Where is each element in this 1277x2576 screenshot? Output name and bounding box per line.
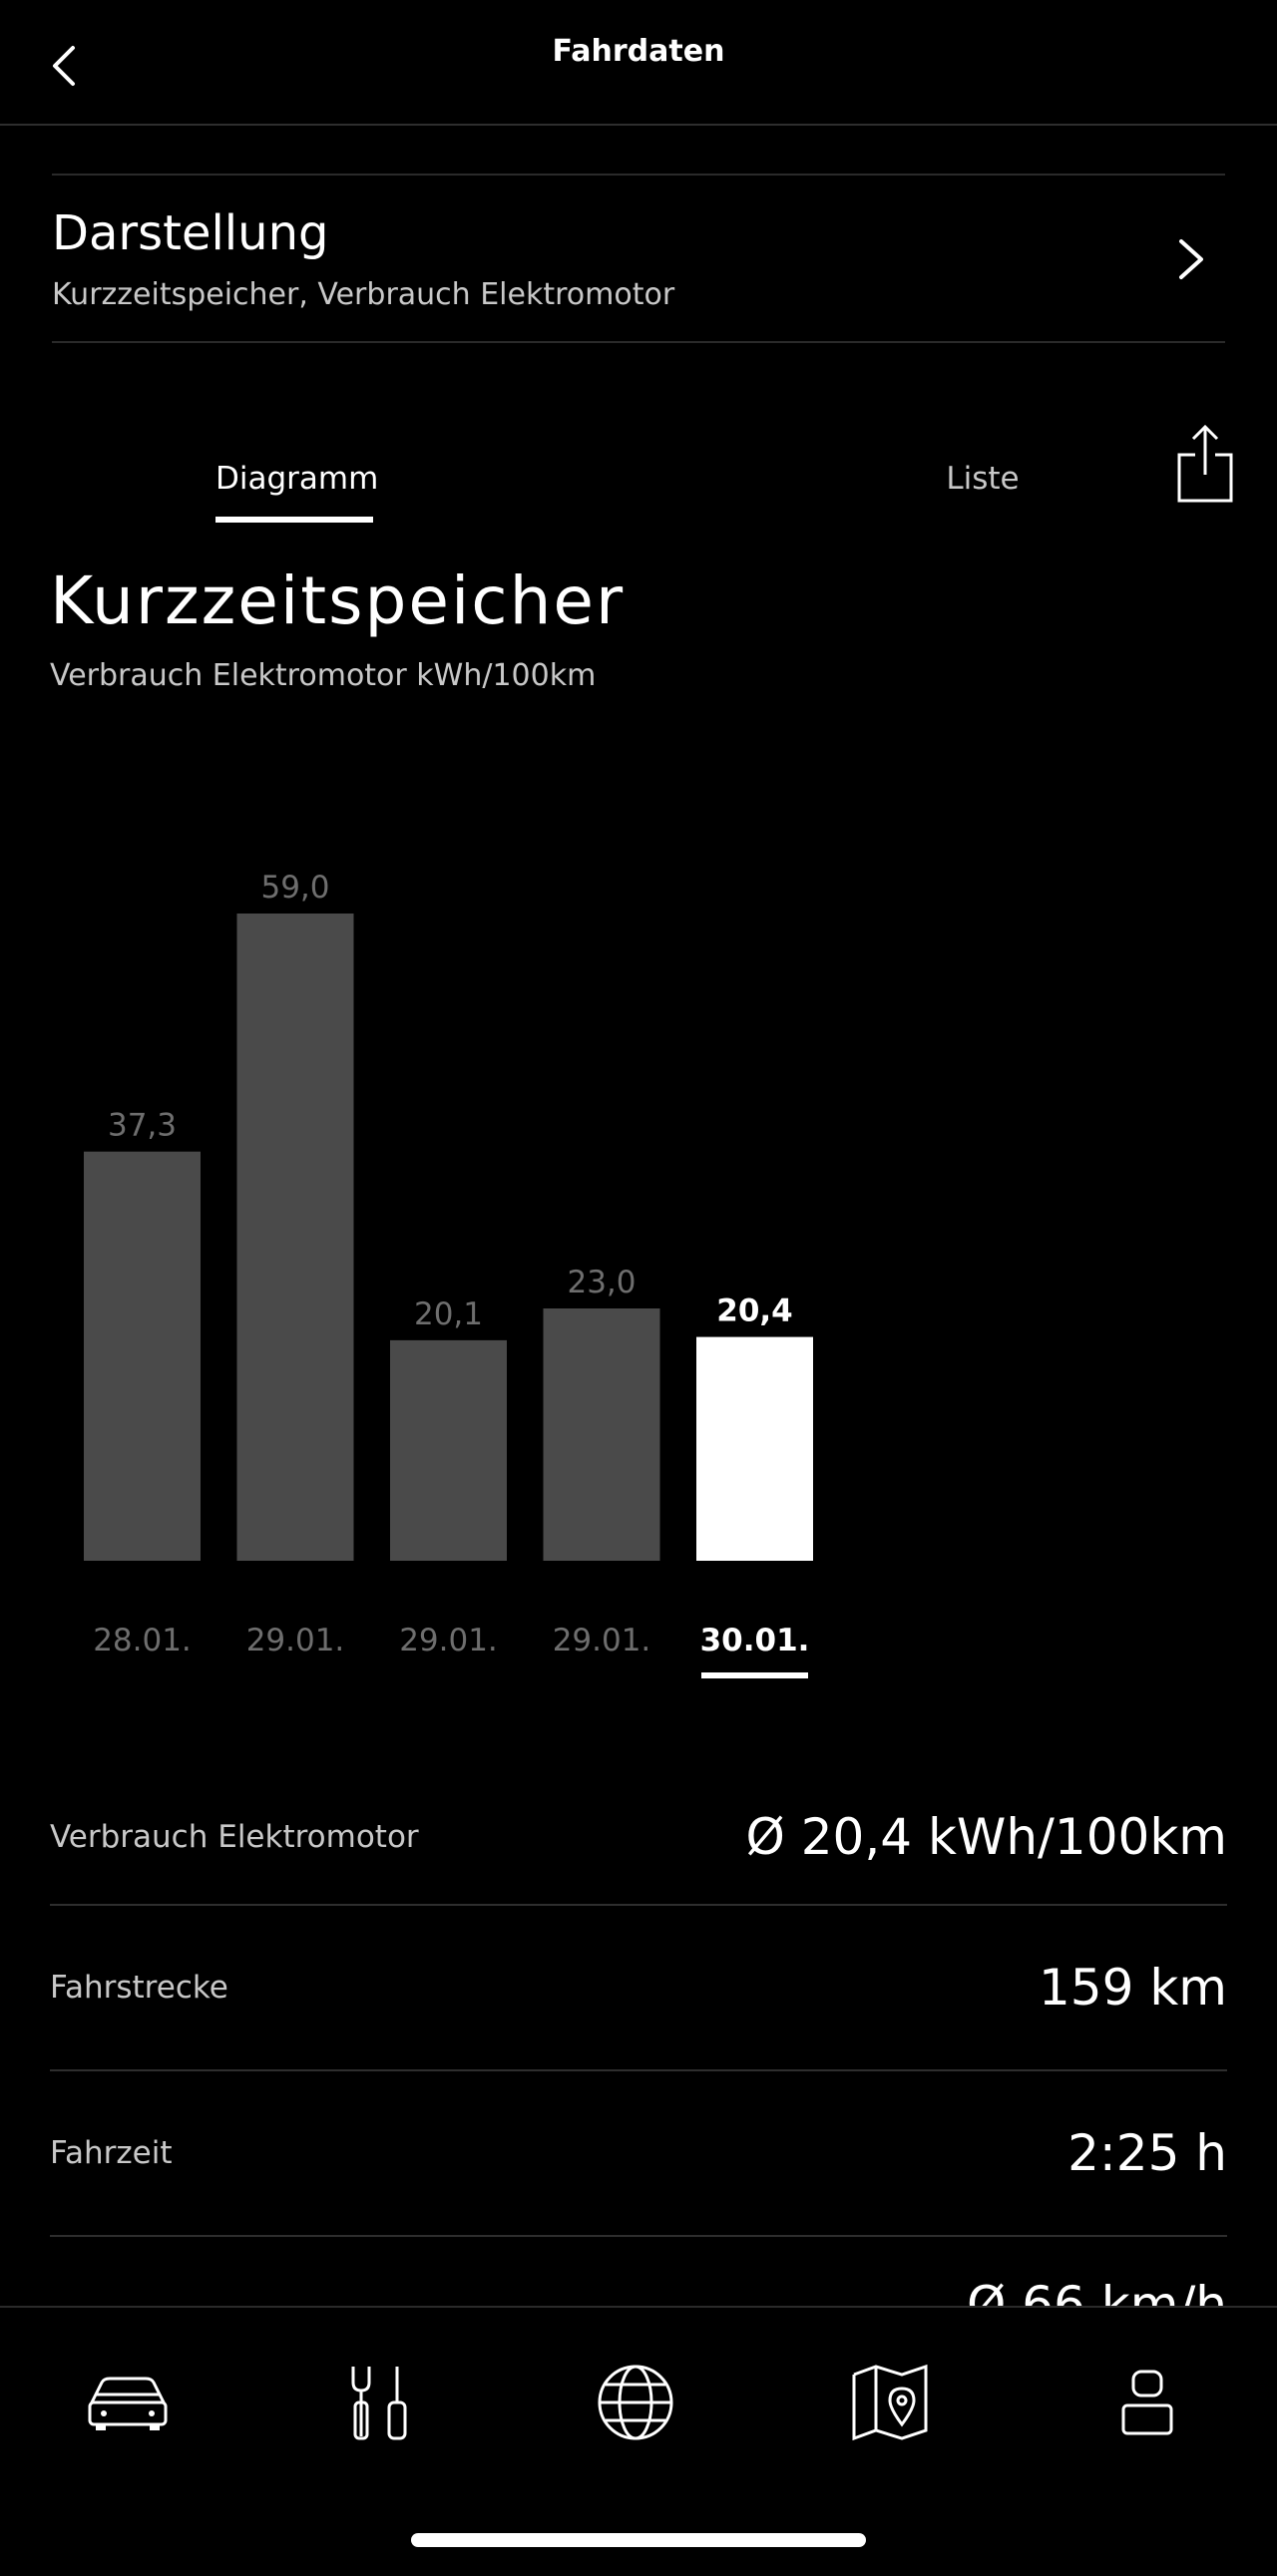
stat-row-fahrzeit: Fahrzeit 2:25 h <box>50 2071 1227 2237</box>
stat-label: Verbrauch Elektromotor <box>50 1819 419 1855</box>
tab-diagramm-label: Diagramm <box>215 461 379 497</box>
bar-value-label: 23,0 <box>567 1265 636 1300</box>
x-tick-label[interactable]: 29.01. <box>246 1623 345 1658</box>
bar-value-label: 59,0 <box>260 870 329 906</box>
bar-value-label: 37,3 <box>108 1108 177 1144</box>
stat-value: Ø 20,4 kWh/100km <box>745 1808 1228 1866</box>
x-tick-label[interactable]: 29.01. <box>553 1623 651 1658</box>
tabbar-item-profile[interactable] <box>1087 2348 1207 2457</box>
home-indicator <box>411 2533 866 2547</box>
x-tick-label[interactable]: 29.01. <box>399 1623 498 1658</box>
section-subtitle: Verbrauch Elektromotor kWh/100km <box>50 658 597 693</box>
darstellung-row[interactable]: Darstellung Kurzzeitspeicher, Verbrauch … <box>52 174 1225 343</box>
tab-liste-label: Liste <box>946 461 1020 497</box>
chart-bar[interactable] <box>84 1151 201 1561</box>
stat-value: 159 km <box>1039 1959 1227 2017</box>
stat-label: Fahrstrecke <box>50 1970 228 2006</box>
tabbar-item-car[interactable] <box>68 2348 188 2457</box>
tab-liste[interactable]: Liste <box>938 461 1028 531</box>
bar-value-label: 20,1 <box>414 1296 483 1332</box>
map-icon <box>852 2364 928 2441</box>
stat-value: Ø 66 km/h <box>967 2276 1227 2306</box>
tools-icon <box>351 2367 407 2440</box>
bar-value-label: 20,4 <box>716 1293 793 1329</box>
darstellung-title: Darstellung <box>52 205 329 261</box>
stat-row-fahrstrecke: Fahrstrecke 159 km <box>50 1906 1227 2071</box>
darstellung-subtitle: Kurzzeitspeicher, Verbrauch Elektromotor <box>52 277 675 312</box>
car-icon <box>88 2377 168 2430</box>
chart-bar[interactable] <box>543 1308 660 1561</box>
share-button[interactable] <box>1175 423 1235 505</box>
stat-label: Fahrzeit <box>50 2135 173 2171</box>
x-tick-label[interactable]: 30.01. <box>700 1623 810 1658</box>
stat-row-verbrauch: Verbrauch Elektromotor Ø 20,4 kWh/100km <box>50 1770 1227 1906</box>
stats-list: Verbrauch Elektromotor Ø 20,4 kWh/100km … <box>50 1770 1227 2237</box>
stat-row-partial: Ø 66 km/h <box>50 2256 1227 2306</box>
profile-icon <box>1121 2370 1173 2435</box>
chevron-right-icon <box>1179 239 1203 279</box>
share-icon <box>1177 424 1233 503</box>
tabbar-item-global[interactable] <box>576 2348 695 2457</box>
globe-icon <box>598 2365 673 2440</box>
selected-date-underline <box>701 1672 808 1678</box>
section-title: Kurzzeitspeicher <box>50 562 626 639</box>
nav-header: Fahrdaten <box>0 0 1277 126</box>
chart-bar-selected[interactable] <box>696 1336 813 1561</box>
tab-diagramm[interactable]: Diagramm <box>215 461 378 531</box>
consumption-bar-chart: 37,3 28.01. 59,0 29.01. 20,1 29.01. 23,0 29.01.… <box>84 870 813 1678</box>
x-tick-label[interactable]: 28.01. <box>93 1623 192 1658</box>
chart-bar[interactable] <box>390 1339 507 1561</box>
tabbar-item-service[interactable] <box>319 2348 439 2457</box>
page-title: Fahrdaten <box>552 34 725 69</box>
tab-selected-indicator <box>215 517 373 523</box>
stat-value: 2:25 h <box>1067 2124 1227 2182</box>
tabbar-item-map[interactable] <box>830 2348 950 2457</box>
chart-bar[interactable] <box>236 914 354 1561</box>
